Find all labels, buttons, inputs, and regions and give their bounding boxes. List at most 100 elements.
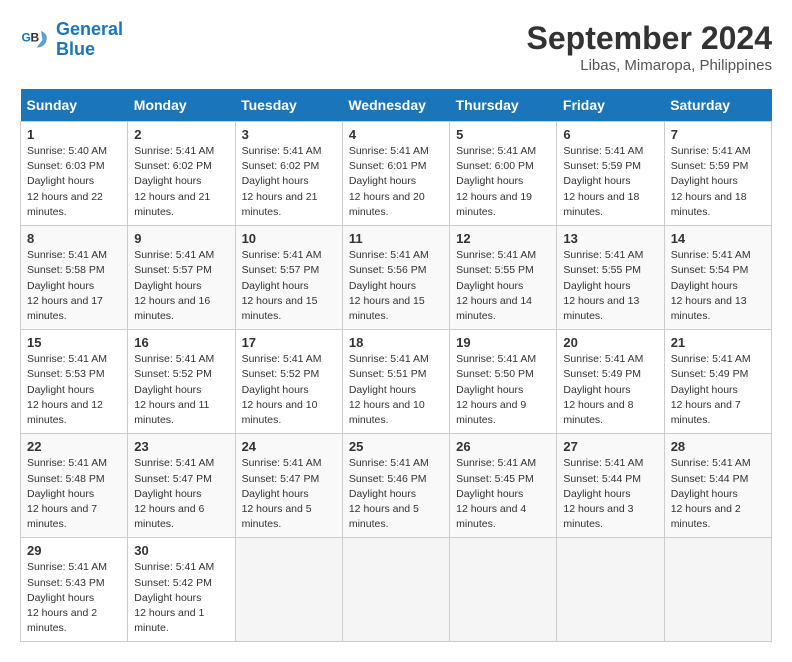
calendar-week-row: 29Sunrise: 5:41 AMSunset: 5:43 PMDayligh… — [21, 538, 772, 642]
day-number: 26 — [456, 439, 550, 454]
weekday-header-row: Sunday Monday Tuesday Wednesday Thursday… — [21, 89, 772, 122]
day-info: Sunrise: 5:41 AMSunset: 5:52 PMDaylight … — [134, 352, 228, 428]
day-info: Sunrise: 5:41 AMSunset: 5:45 PMDaylight … — [456, 456, 550, 532]
day-number: 27 — [563, 439, 657, 454]
day-number: 12 — [456, 231, 550, 246]
header-tuesday: Tuesday — [235, 89, 342, 122]
calendar-cell: 15 Sunrise: 5:41 AMSunset: 5:53 PMDayligh… — [21, 330, 128, 434]
calendar-cell: 5 Sunrise: 5:41 AMSunset: 6:00 PMDaylight… — [450, 122, 557, 226]
svg-text:G: G — [22, 30, 31, 44]
day-number: 8 — [27, 231, 121, 246]
day-number: 28 — [671, 439, 765, 454]
day-number: 13 — [563, 231, 657, 246]
calendar-cell: 16Sunrise: 5:41 AMSunset: 5:52 PMDayligh… — [128, 330, 235, 434]
calendar-week-row: 8 Sunrise: 5:41 AMSunset: 5:58 PMDaylight… — [21, 226, 772, 330]
calendar-cell: 8 Sunrise: 5:41 AMSunset: 5:58 PMDaylight… — [21, 226, 128, 330]
header-monday: Monday — [128, 89, 235, 122]
logo-line1: General — [56, 19, 123, 39]
day-info: Sunrise: 5:41 AMSunset: 5:49 PMDaylight … — [563, 352, 657, 428]
day-info: Sunrise: 5:41 AMSunset: 5:54 PMDaylight … — [671, 248, 765, 324]
day-number: 24 — [242, 439, 336, 454]
month-title: September 2024 — [527, 20, 772, 57]
day-number: 7 — [671, 127, 765, 142]
header-friday: Friday — [557, 89, 664, 122]
day-number: 4 — [349, 127, 443, 142]
header-wednesday: Wednesday — [342, 89, 449, 122]
day-info: Sunrise: 5:41 AMSunset: 5:52 PMDaylight … — [242, 352, 336, 428]
calendar-cell: 10 Sunrise: 5:41 AMSunset: 5:57 PMDayligh… — [235, 226, 342, 330]
day-number: 17 — [242, 335, 336, 350]
location: Libas, Mimaropa, Philippines — [527, 57, 772, 74]
calendar-cell: 30Sunrise: 5:41 AMSunset: 5:42 PMDayligh… — [128, 538, 235, 642]
header-thursday: Thursday — [450, 89, 557, 122]
calendar-cell: 13 Sunrise: 5:41 AMSunset: 5:55 PMDayligh… — [557, 226, 664, 330]
calendar-cell: 25Sunrise: 5:41 AMSunset: 5:46 PMDayligh… — [342, 434, 449, 538]
day-number: 23 — [134, 439, 228, 454]
day-info: Sunrise: 5:41 AMSunset: 5:49 PMDaylight … — [671, 352, 765, 428]
day-info: Sunrise: 5:41 AMSunset: 6:00 PMDaylight … — [456, 144, 550, 220]
day-info: Sunrise: 5:41 AMSunset: 5:59 PMDaylight … — [671, 144, 765, 220]
title-area: September 2024 Libas, Mimaropa, Philippi… — [527, 20, 772, 74]
calendar-cell: 14Sunrise: 5:41 AMSunset: 5:54 PMDayligh… — [664, 226, 771, 330]
day-number: 25 — [349, 439, 443, 454]
day-info: Sunrise: 5:41 AMSunset: 5:57 PMDaylight … — [242, 248, 336, 324]
day-number: 18 — [349, 335, 443, 350]
calendar-cell: 29Sunrise: 5:41 AMSunset: 5:43 PMDayligh… — [21, 538, 128, 642]
day-info: Sunrise: 5:40 AMSunset: 6:03 PMDaylight … — [27, 144, 121, 220]
calendar-cell: 22 Sunrise: 5:41 AMSunset: 5:48 PMDayligh… — [21, 434, 128, 538]
day-number: 5 — [456, 127, 550, 142]
day-info: Sunrise: 5:41 AMSunset: 5:44 PMDaylight … — [671, 456, 765, 532]
day-number: 9 — [134, 231, 228, 246]
day-info: Sunrise: 5:41 AMSunset: 5:56 PMDaylight … — [349, 248, 443, 324]
day-number: 29 — [27, 543, 121, 558]
calendar-cell: 3 Sunrise: 5:41 AMSunset: 6:02 PMDaylight… — [235, 122, 342, 226]
day-number: 6 — [563, 127, 657, 142]
day-number: 19 — [456, 335, 550, 350]
calendar-table: Sunday Monday Tuesday Wednesday Thursday… — [20, 89, 772, 642]
calendar-cell — [450, 538, 557, 642]
day-number: 20 — [563, 335, 657, 350]
calendar-cell: 9 Sunrise: 5:41 AMSunset: 5:57 PMDaylight… — [128, 226, 235, 330]
calendar-cell: 28 Sunrise: 5:41 AMSunset: 5:44 PMDayligh… — [664, 434, 771, 538]
day-number: 11 — [349, 231, 443, 246]
day-info: Sunrise: 5:41 AMSunset: 6:02 PMDaylight … — [242, 144, 336, 220]
logo: G B General Blue — [20, 20, 123, 60]
calendar-cell: 19Sunrise: 5:41 AMSunset: 5:50 PMDayligh… — [450, 330, 557, 434]
calendar-week-row: 1Sunrise: 5:40 AMSunset: 6:03 PMDaylight… — [21, 122, 772, 226]
calendar-cell: 12Sunrise: 5:41 AMSunset: 5:55 PMDayligh… — [450, 226, 557, 330]
day-info: Sunrise: 5:41 AMSunset: 5:53 PMDaylight … — [27, 352, 121, 428]
day-info: Sunrise: 5:41 AMSunset: 5:55 PMDaylight … — [563, 248, 657, 324]
day-number: 3 — [242, 127, 336, 142]
day-number: 2 — [134, 127, 228, 142]
day-info: Sunrise: 5:41 AMSunset: 5:57 PMDaylight … — [134, 248, 228, 324]
calendar-cell: 1Sunrise: 5:40 AMSunset: 6:03 PMDaylight… — [21, 122, 128, 226]
day-info: Sunrise: 5:41 AMSunset: 5:44 PMDaylight … — [563, 456, 657, 532]
calendar-cell: 2 Sunrise: 5:41 AMSunset: 6:02 PMDaylight… — [128, 122, 235, 226]
day-info: Sunrise: 5:41 AMSunset: 5:42 PMDaylight … — [134, 560, 228, 636]
day-number: 15 — [27, 335, 121, 350]
day-number: 10 — [242, 231, 336, 246]
calendar-cell: 17 Sunrise: 5:41 AMSunset: 5:52 PMDayligh… — [235, 330, 342, 434]
day-info: Sunrise: 5:41 AMSunset: 5:48 PMDaylight … — [27, 456, 121, 532]
day-number: 21 — [671, 335, 765, 350]
day-number: 22 — [27, 439, 121, 454]
calendar-cell: 7 Sunrise: 5:41 AMSunset: 5:59 PMDaylight… — [664, 122, 771, 226]
calendar-cell: 11 Sunrise: 5:41 AMSunset: 5:56 PMDayligh… — [342, 226, 449, 330]
calendar-cell — [664, 538, 771, 642]
day-info: Sunrise: 5:41 AMSunset: 5:58 PMDaylight … — [27, 248, 121, 324]
calendar-cell: 23Sunrise: 5:41 AMSunset: 5:47 PMDayligh… — [128, 434, 235, 538]
calendar-cell: 18 Sunrise: 5:41 AMSunset: 5:51 PMDayligh… — [342, 330, 449, 434]
header-sunday: Sunday — [21, 89, 128, 122]
calendar-cell: 26 Sunrise: 5:41 AMSunset: 5:45 PMDayligh… — [450, 434, 557, 538]
calendar-cell: 21 Sunrise: 5:41 AMSunset: 5:49 PMDayligh… — [664, 330, 771, 434]
page-header: G B General Blue September 2024 Libas, M… — [20, 20, 772, 74]
day-info: Sunrise: 5:41 AMSunset: 6:02 PMDaylight … — [134, 144, 228, 220]
day-info: Sunrise: 5:41 AMSunset: 5:59 PMDaylight … — [563, 144, 657, 220]
calendar-cell — [557, 538, 664, 642]
calendar-week-row: 15 Sunrise: 5:41 AMSunset: 5:53 PMDayligh… — [21, 330, 772, 434]
calendar-week-row: 22 Sunrise: 5:41 AMSunset: 5:48 PMDayligh… — [21, 434, 772, 538]
day-info: Sunrise: 5:41 AMSunset: 5:51 PMDaylight … — [349, 352, 443, 428]
calendar-cell: 24Sunrise: 5:41 AMSunset: 5:47 PMDayligh… — [235, 434, 342, 538]
logo-text: General Blue — [56, 20, 123, 60]
calendar-cell: 4Sunrise: 5:41 AMSunset: 6:01 PMDaylight… — [342, 122, 449, 226]
